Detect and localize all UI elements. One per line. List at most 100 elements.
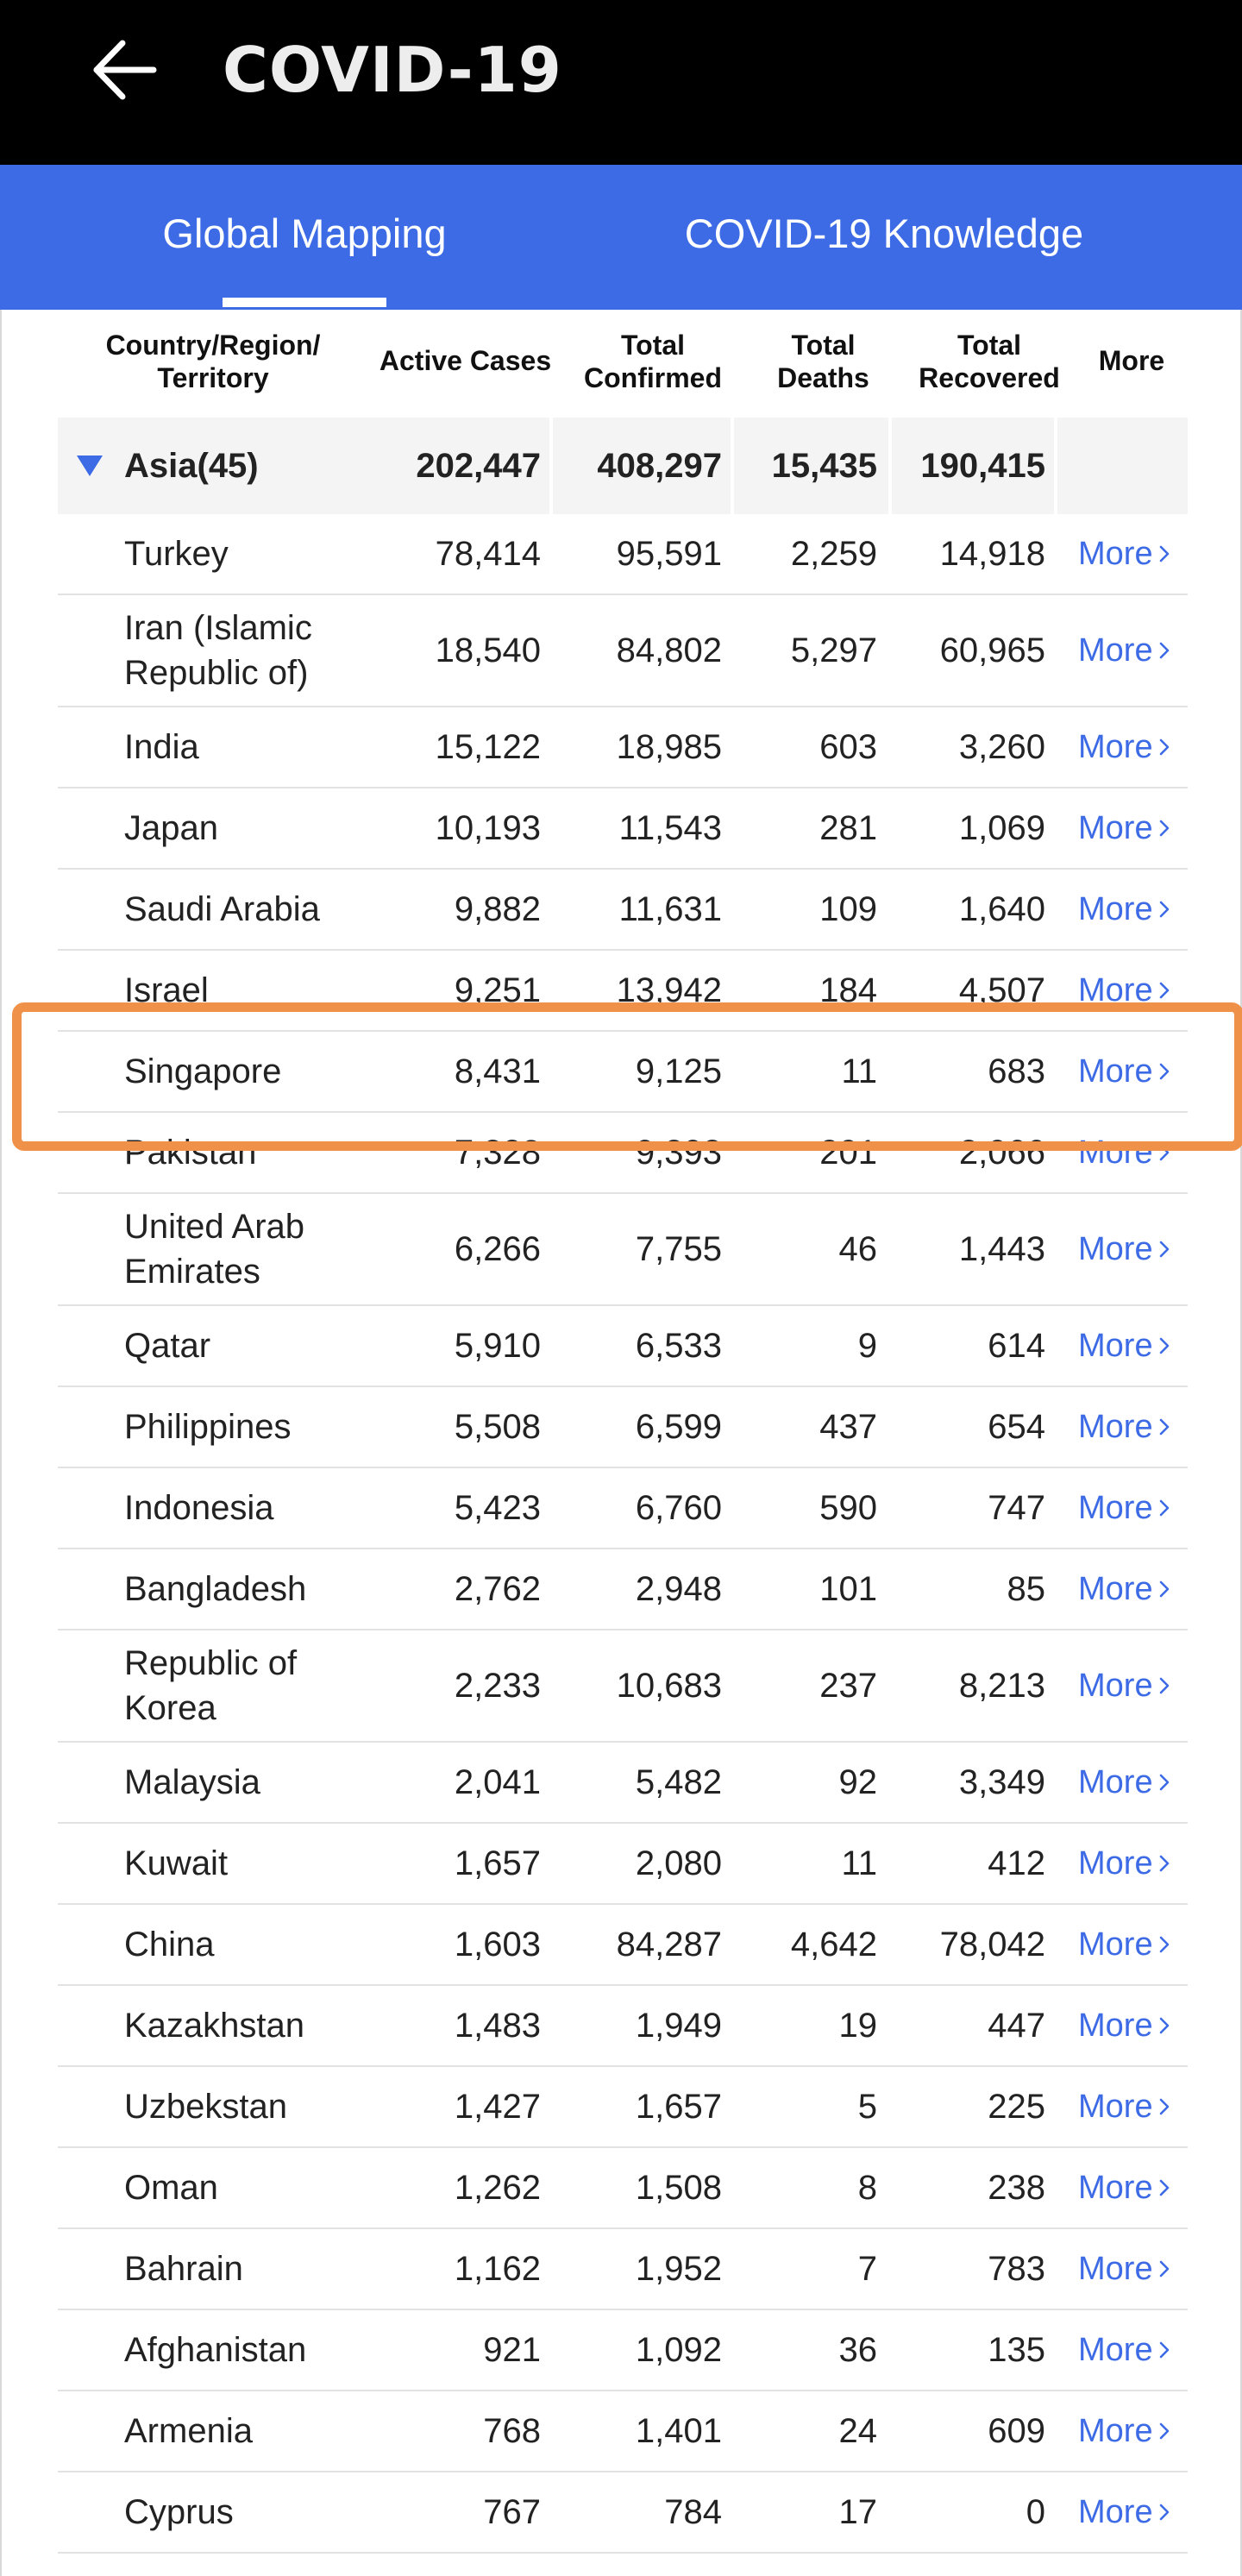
more-link[interactable]: More	[1078, 1387, 1186, 1467]
country-name: Afghanistan	[124, 2331, 307, 2369]
active-cases: 1,427	[454, 2087, 541, 2126]
active-cases: 1,657	[454, 1844, 541, 1882]
more-label: More	[1078, 1327, 1153, 1364]
more-link[interactable]: More	[1078, 514, 1186, 594]
total-recovered: 8,213	[958, 1666, 1045, 1705]
more-link[interactable]: More	[1078, 1986, 1186, 2065]
total-confirmed: 84,802	[616, 631, 722, 669]
total-recovered: 0	[1026, 2492, 1045, 2531]
chevron-right-icon	[1159, 2422, 1169, 2440]
more-label: More	[1078, 1408, 1153, 1445]
total-deaths: 9	[857, 1326, 877, 1365]
table-row-bangladesh: Bangladesh 2,762 2,948 101 85 More	[58, 1549, 1188, 1630]
chevron-right-icon	[1159, 1580, 1169, 1598]
total-deaths: 4,642	[790, 1925, 877, 1963]
more-label: More	[1078, 2493, 1153, 2530]
total-recovered: 747	[988, 1488, 1045, 1527]
active-cases: 5,423	[454, 1488, 541, 1527]
more-link[interactable]: More	[1078, 1194, 1186, 1304]
more-link[interactable]: More	[1078, 1306, 1186, 1385]
total-deaths: 92	[838, 1762, 878, 1801]
active-cases: 6,266	[454, 1229, 541, 1268]
total-confirmed: 2,948	[635, 1569, 722, 1608]
more-link[interactable]: More	[1078, 2229, 1186, 2309]
chevron-right-icon	[1159, 1855, 1169, 1872]
group-name: Asia(45)	[124, 447, 259, 485]
country-name: Uzbekstan	[124, 2088, 287, 2126]
more-label: More	[1078, 535, 1153, 572]
more-link[interactable]: More	[1078, 595, 1186, 706]
country-table: Country/Region/ Territory Active Cases T…	[0, 310, 1242, 2576]
total-confirmed: 1,952	[635, 2249, 722, 2288]
total-confirmed: 1,401	[635, 2411, 722, 2450]
tab-global-mapping[interactable]: Global Mapping	[110, 165, 499, 310]
total-deaths: 11	[841, 1844, 877, 1882]
active-cases: 1,162	[454, 2249, 541, 2288]
tab-covid-knowledge[interactable]: COVID-19 Knowledge	[656, 165, 1113, 310]
more-link[interactable]: More	[1078, 2067, 1186, 2146]
country-name: Indonesia	[124, 1489, 274, 1527]
column-header-recovered: Total Recovered	[919, 330, 1060, 393]
country-name: Bahrain	[124, 2250, 243, 2288]
country-name: Saudi Arabia	[124, 890, 320, 928]
total-deaths: 101	[819, 1569, 877, 1608]
total-deaths: 603	[819, 727, 877, 766]
back-button[interactable]	[86, 35, 164, 112]
triangle-down-icon[interactable]	[77, 456, 103, 476]
chevron-right-icon	[1159, 1418, 1169, 1436]
more-link[interactable]: More	[1078, 2148, 1186, 2227]
table-row-kuwait: Kuwait 1,657 2,080 11 412 More	[58, 1824, 1188, 1905]
total-deaths: 7	[857, 2249, 877, 2288]
table-row-philippines: Philippines 5,508 6,599 437 654 More	[58, 1387, 1188, 1468]
total-confirmed: 18,985	[616, 727, 722, 766]
total-deaths: 590	[819, 1488, 877, 1527]
more-link[interactable]: More	[1078, 789, 1186, 868]
country-name: Iran (Islamic Republic of)	[124, 609, 312, 692]
more-link[interactable]: More	[1078, 870, 1186, 949]
more-label: More	[1078, 1570, 1153, 1607]
total-recovered: 609	[988, 2411, 1045, 2450]
more-link[interactable]: More	[1078, 1468, 1186, 1548]
chevron-right-icon	[1159, 820, 1169, 837]
total-confirmed: 7,755	[635, 1229, 722, 1268]
group-confirmed: 408,297	[597, 447, 722, 485]
table-row-armenia: Armenia 768 1,401 24 609 More	[58, 2391, 1188, 2472]
more-link[interactable]: More	[1078, 1549, 1186, 1629]
more-link[interactable]: More	[1078, 1743, 1186, 1822]
table-row-malaysia: Malaysia 2,041 5,482 92 3,349 More	[58, 1743, 1188, 1824]
more-label: More	[1078, 2250, 1153, 2287]
app-header: COVID-19	[0, 0, 1242, 165]
table-row-oman: Oman 1,262 1,508 8 238 More	[58, 2148, 1188, 2229]
more-link[interactable]: More	[1078, 707, 1186, 787]
country-name: Oman	[124, 2169, 218, 2207]
total-confirmed: 11,543	[618, 808, 722, 847]
more-link[interactable]: More	[1078, 2472, 1186, 2552]
active-cases: 1,603	[454, 1925, 541, 1963]
more-link[interactable]: More	[1078, 1630, 1186, 1741]
table-row-iran-islamic-republic-of: Iran (Islamic Republic of) 18,540 84,802…	[58, 595, 1188, 707]
group-row-asia[interactable]: Asia(45) 202,447 408,297 15,435 190,415	[58, 418, 1188, 514]
table-row-afghanistan: Afghanistan 921 1,092 36 135 More	[58, 2310, 1188, 2391]
total-recovered: 60,965	[939, 631, 1045, 669]
more-label: More	[1078, 809, 1153, 846]
total-deaths: 36	[838, 2330, 878, 2369]
chevron-right-icon	[1159, 1677, 1169, 1694]
total-confirmed: 84,287	[616, 1925, 722, 1963]
more-label: More	[1078, 1844, 1153, 1882]
total-deaths: 46	[838, 1229, 878, 1268]
total-recovered: 14,918	[939, 534, 1045, 573]
table-row-republic-of-korea: Republic of Korea 2,233 10,683 237 8,213…	[58, 1630, 1188, 1743]
more-link[interactable]: More	[1078, 1824, 1186, 1903]
total-recovered: 412	[988, 1844, 1045, 1882]
page-title: COVID-19	[223, 34, 562, 106]
selection-highlight	[12, 1002, 1242, 1151]
active-tab-indicator	[223, 298, 386, 307]
country-name: Kuwait	[124, 1844, 229, 1882]
more-link[interactable]: More	[1078, 2391, 1186, 2471]
more-link[interactable]: More	[1078, 2310, 1186, 2390]
more-label: More	[1078, 2169, 1153, 2206]
active-cases: 5,910	[454, 1326, 541, 1365]
more-label: More	[1078, 1667, 1153, 1704]
more-link[interactable]: More	[1078, 1905, 1186, 1984]
table-row-china: China 1,603 84,287 4,642 78,042 More	[58, 1905, 1188, 1986]
